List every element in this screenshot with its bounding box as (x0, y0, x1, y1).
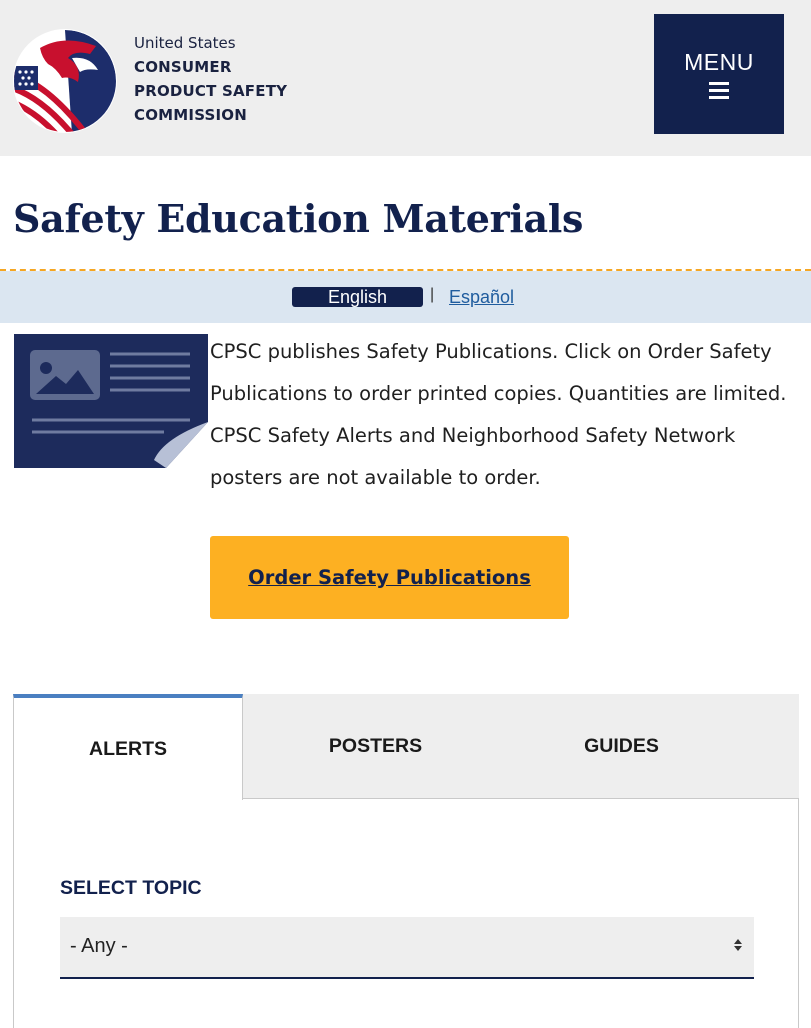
tab-guides[interactable]: GUIDES (533, 694, 710, 798)
topic-select[interactable]: - Any - (60, 917, 754, 979)
language-switcher: English | Español (0, 271, 811, 323)
agency-name-line: COMMISSION (134, 106, 248, 124)
topic-select-value: - Any - (70, 935, 128, 957)
language-english[interactable]: English (292, 287, 423, 307)
order-publications-button[interactable]: Order Safety Publications (210, 536, 569, 619)
select-arrows-icon (734, 939, 742, 951)
intro-text: CPSC publishes Safety Publications. Clic… (210, 340, 787, 489)
menu-button[interactable]: MENU (654, 14, 784, 134)
publication-icon (14, 334, 208, 468)
agency-name-line: PRODUCT SAFETY (134, 82, 288, 100)
menu-label: MENU (684, 49, 754, 75)
language-separator: | (430, 286, 435, 303)
site-header: United States CONSUMER PRODUCT SAFETY CO… (0, 0, 811, 156)
select-topic-label: SELECT TOPIC (60, 877, 202, 899)
agency-country: United States (134, 34, 236, 52)
agency-name-line: CONSUMER (134, 58, 232, 76)
tab-alerts[interactable]: ALERTS (13, 694, 243, 800)
publications-tabs: ALERTS POSTERS GUIDES SELECT TOPIC - Any… (13, 694, 799, 1028)
page-title: Safety Education Materials (13, 196, 584, 241)
cpsc-logo[interactable] (12, 28, 118, 134)
agency-name[interactable]: United States CONSUMER PRODUCT SAFETY CO… (134, 31, 287, 127)
language-spanish-link[interactable]: Español (449, 287, 514, 308)
hamburger-icon (709, 82, 729, 99)
tab-posters[interactable]: POSTERS (283, 694, 468, 798)
tab-panel-alerts: SELECT TOPIC - Any - (13, 798, 799, 1028)
